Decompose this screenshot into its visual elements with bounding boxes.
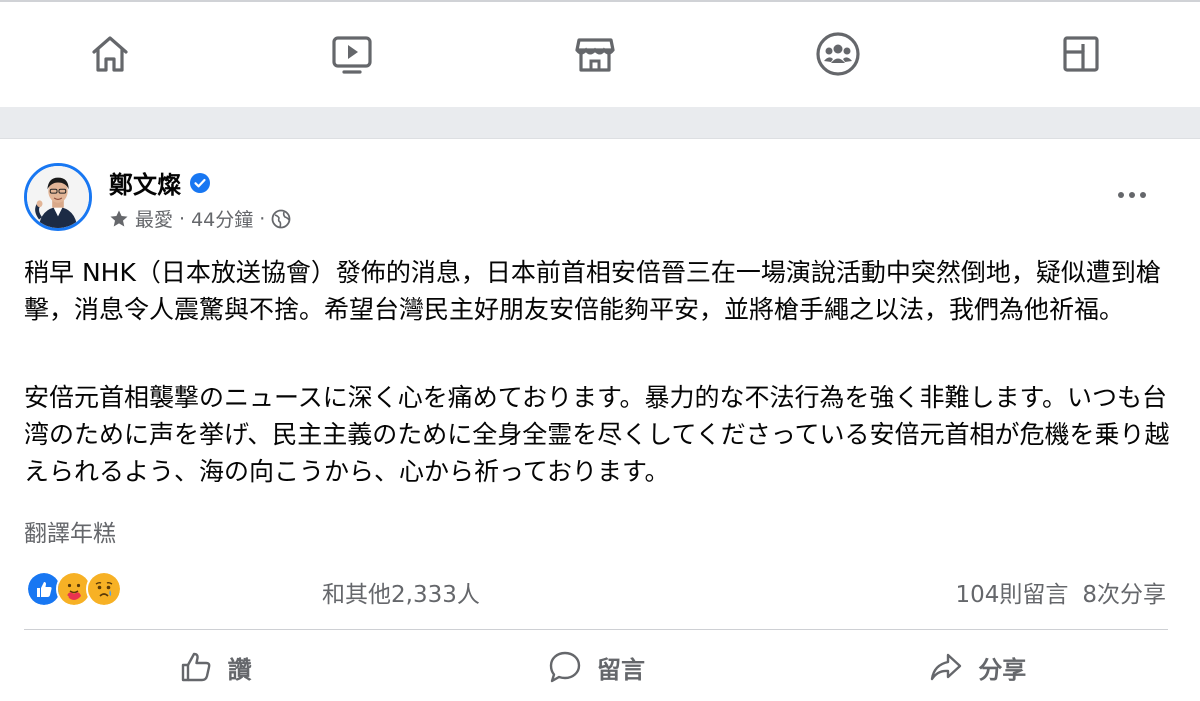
globe-icon	[271, 209, 291, 228]
top-nav	[0, 0, 1200, 107]
nav-home-button[interactable]	[82, 26, 138, 82]
post-actions: 讚 留言 分享	[24, 639, 1168, 695]
like-button[interactable]: 讚	[24, 639, 405, 695]
author-name-row: 鄭文燦	[109, 165, 211, 200]
like-label: 讚	[227, 655, 252, 684]
marketplace-icon	[575, 38, 615, 72]
share-button[interactable]: 分享	[787, 639, 1168, 695]
star-icon	[110, 210, 128, 226]
avatar-image	[27, 166, 89, 228]
divider	[24, 629, 1168, 630]
more-options-button[interactable]	[1112, 183, 1152, 207]
home-icon	[92, 36, 128, 72]
meta-separator: ·	[259, 207, 266, 230]
reaction-icons[interactable]	[26, 571, 122, 607]
comment-icon	[549, 651, 581, 683]
comment-label: 留言	[596, 655, 645, 684]
nav-gaming-button[interactable]	[1053, 26, 1109, 82]
post-stats: 104則留言 8次分享	[955, 575, 1166, 609]
post-meta: 最愛 · 44分鐘 ·	[109, 205, 291, 232]
comment-button[interactable]: 留言	[405, 639, 786, 695]
post-text-chinese: 稍早 NHK（日本放送協會）發佈的消息，日本前首相安倍晉三在一場演說活動中突然倒…	[24, 258, 1161, 324]
nav-watch-button[interactable]	[324, 26, 380, 82]
translate-link[interactable]: 翻譯年糕	[24, 514, 116, 548]
post-time[interactable]: 44分鐘	[191, 205, 253, 232]
more-dots-icon	[1118, 192, 1146, 198]
gaming-icon	[1063, 36, 1099, 72]
meta-separator: ·	[179, 207, 186, 230]
post-text-japanese: 安倍元首相襲撃のニュースに深く心を痛めております。暴力的な不法行為を強く非難しま…	[24, 383, 1170, 486]
thumbs-up-icon	[181, 652, 211, 682]
avatar[interactable]	[24, 163, 92, 231]
verified-badge-icon	[190, 172, 210, 193]
share-label: 分享	[978, 655, 1027, 684]
author-name[interactable]: 鄭文燦	[109, 165, 181, 200]
favorite-label: 最愛	[135, 209, 174, 231]
post-card: 鄭文燦 最愛 · 44分鐘 · 稍早 NHK（日本放送協會）發佈的消息，日本前首…	[0, 138, 1200, 701]
nav-marketplace-button[interactable]	[567, 26, 623, 82]
sad-reaction-icon	[86, 571, 122, 607]
groups-icon	[816, 32, 860, 76]
reaction-count[interactable]: 和其他2,333人	[322, 575, 480, 609]
share-icon	[931, 653, 962, 681]
nav-groups-button[interactable]	[810, 26, 866, 82]
share-count[interactable]: 8次分享	[1082, 575, 1166, 609]
comment-count[interactable]: 104則留言	[955, 575, 1068, 609]
watch-icon	[332, 36, 372, 74]
